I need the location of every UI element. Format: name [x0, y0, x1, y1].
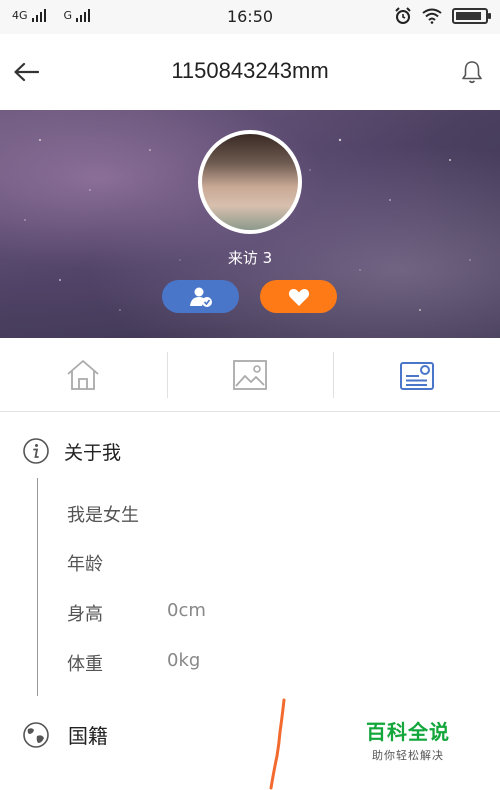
about-title: 关于我 — [64, 441, 122, 464]
wifi-icon — [422, 8, 442, 24]
about-divider-line — [37, 478, 38, 696]
follow-button[interactable] — [162, 280, 239, 313]
profile-banner: 来访 3 — [0, 110, 500, 338]
battery-level — [456, 12, 481, 20]
watermark-logo: 百科全说 助你轻松解决 — [366, 716, 450, 763]
about-row-label: 体重 — [67, 654, 103, 675]
about-row-gender: 我是女生 — [67, 501, 167, 527]
heart-icon — [288, 288, 309, 306]
tab-photos[interactable] — [166, 338, 334, 411]
alarm-icon — [395, 7, 411, 24]
like-button[interactable] — [260, 280, 337, 313]
battery-icon — [452, 8, 491, 24]
info-icon — [23, 438, 49, 464]
profile-tabs — [0, 338, 500, 412]
about-row-weight: 体重 0kg — [67, 650, 200, 676]
about-header: 关于我 — [22, 437, 121, 465]
about-row-label: 年龄 — [67, 554, 103, 575]
about-row-label: 身高 — [67, 604, 103, 625]
nationality-label: 国籍 — [68, 724, 108, 748]
user-check-icon — [189, 287, 212, 307]
about-row-label: 我是女生 — [67, 505, 139, 526]
visit-count: 来访 3 — [227, 249, 273, 267]
status-bar: 4G G 16:50 — [0, 0, 500, 34]
watermark-subtitle: 助你轻松解决 — [372, 749, 444, 762]
tab-info[interactable] — [333, 338, 500, 411]
profile-card-icon — [399, 361, 434, 390]
bell-icon — [462, 61, 482, 84]
avatar[interactable] — [198, 130, 302, 234]
nationality-row[interactable]: 国籍 — [22, 720, 108, 749]
about-row-value: 0cm — [167, 600, 206, 621]
page-title: 1150843243mm — [171, 58, 329, 83]
top-header: 1150843243mm — [0, 34, 500, 110]
home-icon — [67, 359, 99, 390]
globe-icon — [23, 721, 49, 748]
status-icons — [394, 7, 491, 25]
about-row-age: 年龄 — [67, 550, 167, 576]
watermark-title: 百科全说 — [366, 720, 450, 744]
about-row-value: 0kg — [167, 650, 201, 671]
about-row-height: 身高 0cm — [67, 600, 206, 626]
tab-home[interactable] — [0, 338, 167, 411]
avatar-photo — [202, 134, 298, 230]
notification-button[interactable] — [456, 56, 488, 88]
annotation-scribble — [269, 698, 286, 790]
image-icon — [233, 359, 267, 390]
